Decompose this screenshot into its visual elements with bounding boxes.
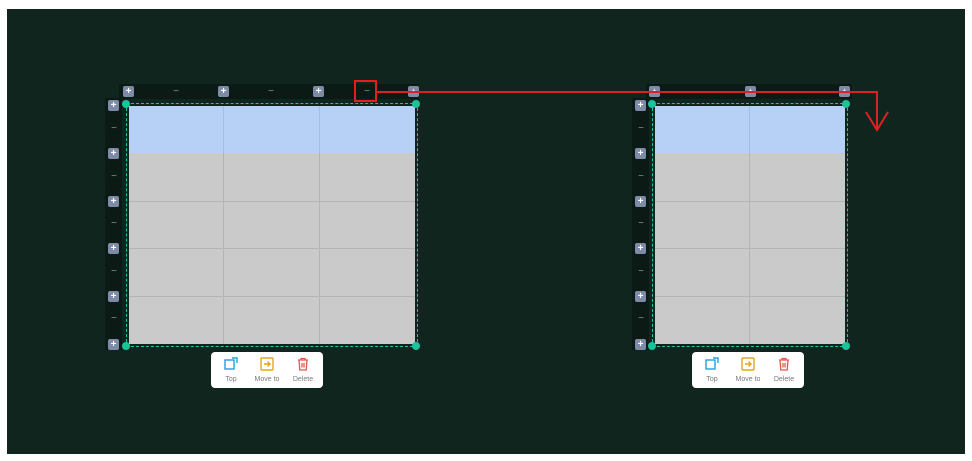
insert-row-button[interactable]: + [108, 196, 119, 207]
top-button[interactable]: Top [696, 352, 728, 388]
trash-icon [779, 357, 789, 371]
resize-handle-top-right[interactable] [412, 100, 420, 108]
insert-column-button[interactable]: + [745, 86, 756, 97]
resize-handle-top-left[interactable] [122, 100, 130, 108]
delete-column-button[interactable]: − [265, 86, 277, 98]
delete-row-button[interactable]: − [108, 123, 120, 135]
insert-column-button[interactable]: + [839, 86, 850, 97]
delete-row-button[interactable]: − [635, 313, 647, 325]
delete-row-button[interactable]: − [635, 218, 647, 230]
delete-row-button[interactable]: − [635, 171, 647, 183]
move-to-label: Move to [735, 376, 761, 383]
insert-column-button[interactable]: + [408, 86, 419, 97]
insert-row-button[interactable]: + [635, 339, 646, 350]
bring-to-top-icon [705, 357, 719, 370]
insert-row-button[interactable]: + [635, 100, 646, 111]
resize-handle-bottom-left[interactable] [122, 342, 130, 350]
resize-handle-bottom-right[interactable] [412, 342, 420, 350]
insert-row-button[interactable]: + [108, 243, 119, 254]
insert-row-button[interactable]: + [635, 243, 646, 254]
highlight-box [354, 80, 377, 102]
bring-to-top-icon [224, 357, 238, 370]
insert-row-button[interactable]: + [635, 148, 646, 159]
top-label: Top [706, 376, 718, 383]
delete-row-button[interactable]: − [108, 218, 120, 230]
delete-label: Delete [292, 376, 314, 383]
move-to-label: Move to [254, 376, 280, 383]
insert-row-button[interactable]: + [635, 291, 646, 302]
delete-row-button[interactable]: − [635, 266, 647, 278]
insert-column-button[interactable]: + [123, 86, 134, 97]
move-to-button[interactable]: Move to [251, 352, 283, 388]
insert-column-button[interactable]: + [218, 86, 229, 97]
selection-outline [126, 103, 418, 347]
move-to-icon [741, 357, 755, 371]
insert-row-button[interactable]: + [108, 100, 119, 111]
selection-outline [652, 103, 848, 347]
insert-column-button[interactable]: + [649, 86, 660, 97]
insert-row-button[interactable]: + [108, 148, 119, 159]
delete-row-button[interactable]: − [108, 266, 120, 278]
delete-button[interactable]: Delete [768, 352, 800, 388]
resize-handle-top-right[interactable] [842, 100, 850, 108]
move-to-icon [260, 357, 274, 371]
object-toolbar: Top Move to Delete [692, 352, 804, 388]
resize-handle-bottom-left[interactable] [648, 342, 656, 350]
insert-column-button[interactable]: + [313, 86, 324, 97]
delete-button[interactable]: Delete [287, 352, 319, 388]
delete-row-button[interactable]: − [108, 171, 120, 183]
object-toolbar: Top Move to Delete [211, 352, 323, 388]
insert-row-button[interactable]: + [108, 291, 119, 302]
resize-handle-bottom-right[interactable] [842, 342, 850, 350]
delete-row-button[interactable]: − [635, 123, 647, 135]
delete-column-button[interactable]: − [170, 86, 182, 98]
delete-row-button[interactable]: − [108, 313, 120, 325]
move-to-button[interactable]: Move to [732, 352, 764, 388]
resize-handle-top-left[interactable] [648, 100, 656, 108]
delete-label: Delete [773, 376, 795, 383]
insert-row-button[interactable]: + [635, 196, 646, 207]
trash-icon [298, 357, 308, 371]
top-label: Top [225, 376, 237, 383]
insert-row-button[interactable]: + [108, 339, 119, 350]
top-button[interactable]: Top [215, 352, 247, 388]
